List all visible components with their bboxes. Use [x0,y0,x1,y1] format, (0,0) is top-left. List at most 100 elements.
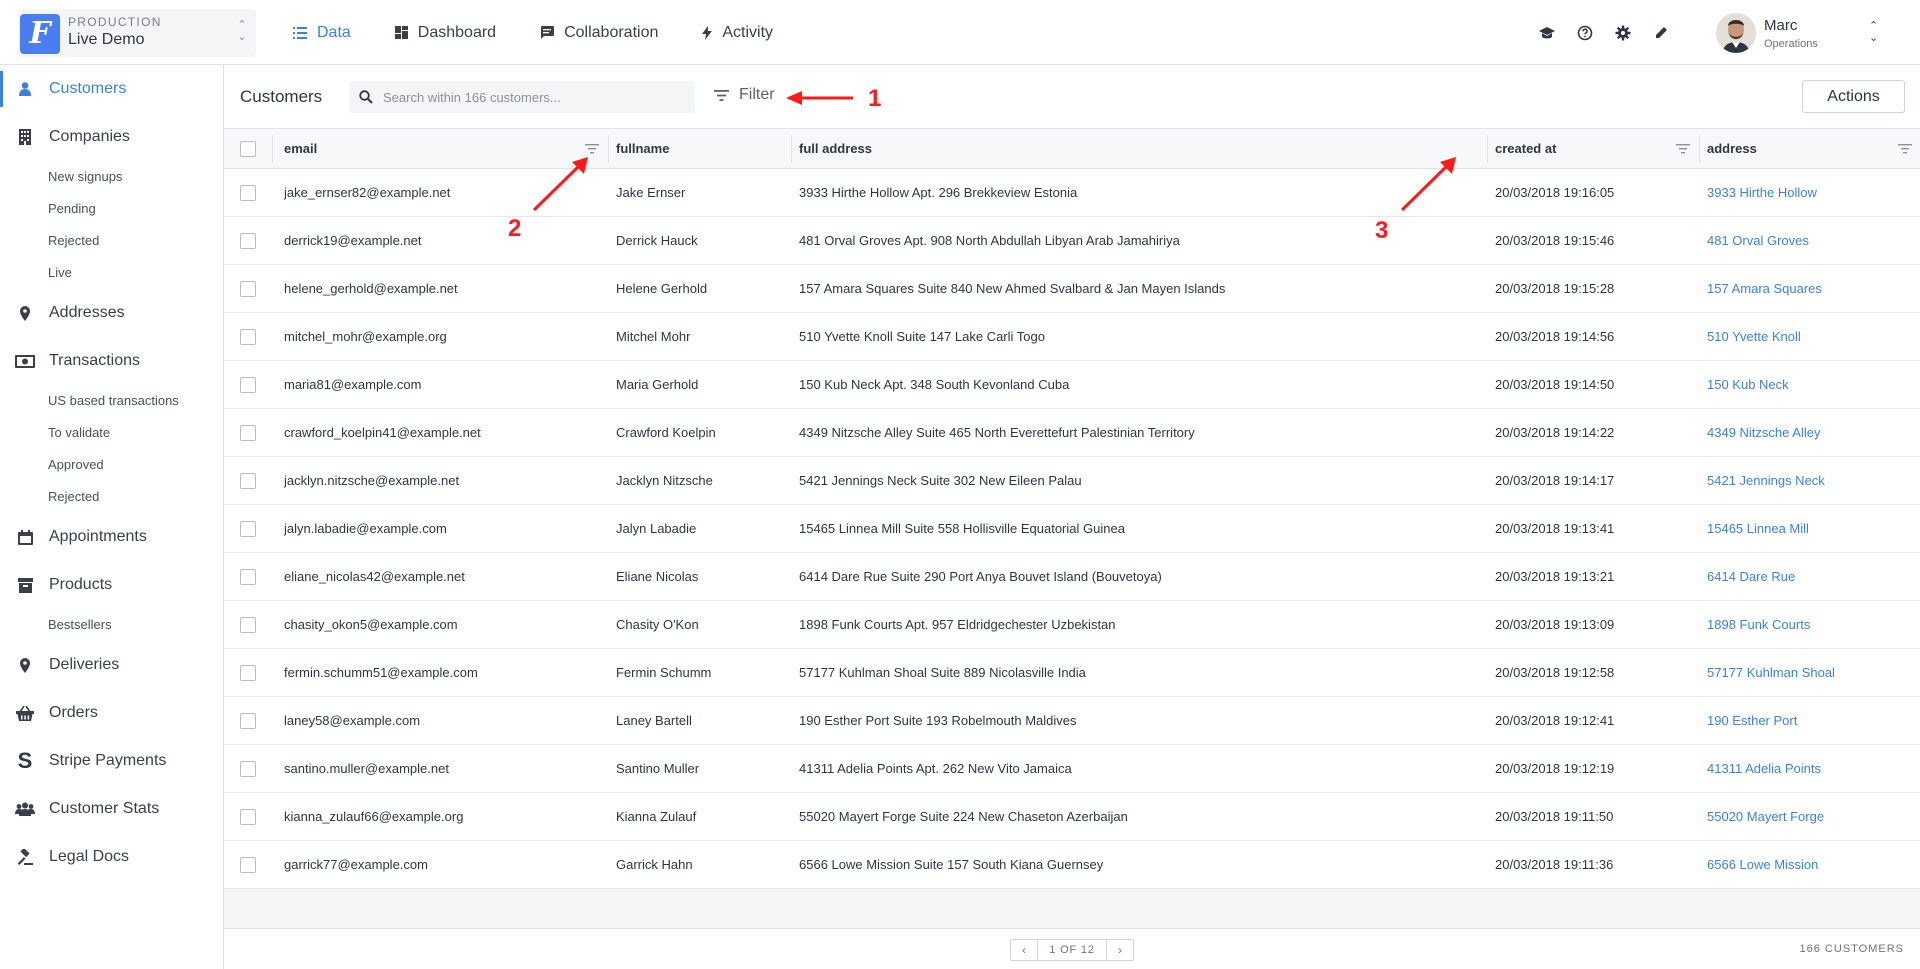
row-checkbox[interactable] [240,760,256,777]
row-checkbox[interactable] [240,232,256,249]
row-checkbox[interactable] [240,616,256,633]
sidebar-item-companies[interactable]: Companies [0,119,223,155]
table-row[interactable]: jalyn.labadie@example.com Jalyn Labadie 15… [224,505,1920,553]
column-filter-icon[interactable] [585,143,599,155]
sidebar-item-orders[interactable]: Orders [0,695,223,731]
row-checkbox[interactable] [240,856,256,873]
cell-address-link[interactable]: 6566 Lowe Mission [1707,841,1917,888]
table-row[interactable]: laney58@example.com Laney Bartell 190 Esth… [224,697,1920,745]
cell-address-link[interactable]: 157 Amara Squares [1707,265,1917,312]
cell-address-link[interactable]: 57177 Kuhlman Shoal [1707,649,1917,696]
project-switcher[interactable]: F PRODUCTION Live Demo ⌃ ⌄ [18,9,256,57]
sidebar-item-label: Customers [49,80,127,97]
sidebar-item-products[interactable]: Products [0,567,223,603]
column-filter-icon[interactable] [1898,143,1912,155]
prev-page-button[interactable]: ‹ [1011,940,1037,960]
column-header-address[interactable]: address [1707,129,1917,168]
row-checkbox[interactable] [240,424,256,441]
column-header-email[interactable]: email [284,129,604,168]
table-row[interactable]: derrick19@example.net Derrick Hauck 481 Or… [224,217,1920,265]
cell-address-link[interactable]: 3933 Hirthe Hollow [1707,169,1917,216]
sidebar-item-stripe-payments[interactable]: S Stripe Payments [0,743,223,779]
row-select-cell [240,361,264,408]
table-row[interactable]: crawford_koelpin41@example.net Crawford K… [224,409,1920,457]
table-row[interactable]: chasity_okon5@example.com Chasity O'Kon 18… [224,601,1920,649]
row-checkbox[interactable] [240,568,256,585]
actions-button[interactable]: Actions [1802,80,1905,113]
cell-address-link[interactable]: 510 Yvette Knoll [1707,313,1917,360]
sidebar-item-customers[interactable]: Customers [0,71,223,107]
row-checkbox[interactable] [240,184,256,201]
sidebar-subitem-rejected[interactable]: Rejected [48,233,99,248]
row-checkbox[interactable] [240,712,256,729]
table-row[interactable]: maria81@example.com Maria Gerhold 150 Kub … [224,361,1920,409]
row-checkbox[interactable] [240,280,256,297]
table-row[interactable]: jacklyn.nitzsche@example.net Jacklyn Nitz… [224,457,1920,505]
nav-collaboration[interactable]: Collaboration [540,0,658,65]
pagination: ‹ 1 OF 12 › [1010,939,1134,961]
sidebar-subitem-live[interactable]: Live [48,265,72,280]
sidebar: Customers Companies New signups Pending … [0,65,224,969]
cell-address-link[interactable]: 481 Orval Groves [1707,217,1917,264]
column-header-fullname[interactable]: fullname [616,129,786,168]
cell-address-link[interactable]: 4349 Nitzsche Alley [1707,409,1917,456]
table-row[interactable]: garrick77@example.com Garrick Hahn 6566 Lo… [224,841,1920,889]
row-checkbox[interactable] [240,664,256,681]
column-header-full-address[interactable]: full address [799,129,1489,168]
gear-icon[interactable] [1611,22,1635,44]
column-divider [608,135,609,163]
archive-icon [14,574,36,596]
graduation-cap-icon[interactable] [1535,22,1559,44]
next-page-button[interactable]: › [1107,940,1133,960]
select-all-checkbox[interactable] [240,140,256,157]
sidebar-subitem-rejected[interactable]: Rejected [48,489,99,504]
filter-button[interactable]: Filter [714,86,775,104]
sidebar-item-transactions[interactable]: Transactions [0,343,223,379]
cell-address-link[interactable]: 5421 Jennings Neck [1707,457,1917,504]
cell-address-link[interactable]: 6414 Dare Rue [1707,553,1917,600]
nav-dashboard[interactable]: Dashboard [394,0,496,65]
sidebar-item-addresses[interactable]: Addresses [0,295,223,331]
cell-address-link[interactable]: 190 Esther Port [1707,697,1917,744]
table-row[interactable]: santino.muller@example.net Santino Muller… [224,745,1920,793]
sidebar-subitem-approved[interactable]: Approved [48,457,104,472]
sidebar-item-customer-stats[interactable]: Customer Stats [0,791,223,827]
sidebar-item-appointments[interactable]: Appointments [0,519,223,555]
row-checkbox[interactable] [240,328,256,345]
table-row[interactable]: kianna_zulauf66@example.org Kianna Zulauf… [224,793,1920,841]
help-icon[interactable] [1573,22,1597,44]
sidebar-item-deliveries[interactable]: Deliveries [0,647,223,683]
nav-data[interactable]: Data [293,0,351,65]
cell-email: eliane_nicolas42@example.net [284,569,465,584]
column-header-created-at[interactable]: created at [1495,129,1695,168]
sidebar-item-legal-docs[interactable]: Legal Docs [0,839,223,875]
pencil-icon[interactable] [1649,22,1673,44]
row-checkbox[interactable] [240,472,256,489]
sidebar-subitem-bestsellers[interactable]: Bestsellers [48,617,112,632]
cell-address-link[interactable]: 41311 Adelia Points [1707,745,1917,792]
table-row[interactable]: helene_gerhold@example.net Helene Gerhold… [224,265,1920,313]
cell-address-link[interactable]: 150 Kub Neck [1707,361,1917,408]
cell-email: fermin.schumm51@example.com [284,665,478,680]
table-row[interactable]: fermin.schumm51@example.com Fermin Schumm… [224,649,1920,697]
cell-address-link[interactable]: 15465 Linnea Mill [1707,505,1917,552]
row-checkbox[interactable] [240,376,256,393]
column-filter-icon[interactable] [1676,143,1690,155]
sidebar-subitem-pending[interactable]: Pending [48,201,96,216]
cell-address-link[interactable]: 1898 Funk Courts [1707,601,1917,648]
table-row[interactable]: mitchel_mohr@example.org Mitchel Mohr 510 … [224,313,1920,361]
search-input[interactable] [383,81,683,113]
table-row[interactable]: jake_ernser82@example.net Jake Ernser 3933… [224,169,1920,217]
row-checkbox[interactable] [240,808,256,825]
sidebar-item-label: Customer Stats [49,800,160,817]
sidebar-item-label: Transactions [49,352,140,369]
sidebar-subitem-new-signups[interactable]: New signups [48,169,122,184]
user-menu[interactable]: Marc Operations ⌃ ⌄ [1712,12,1887,54]
table-row[interactable]: eliane_nicolas42@example.net Eliane Nicol… [224,553,1920,601]
nav-activity[interactable]: Activity [702,0,773,65]
sidebar-item-label: Orders [49,704,98,721]
row-checkbox[interactable] [240,520,256,537]
cell-address-link[interactable]: 55020 Mayert Forge [1707,793,1917,840]
sidebar-subitem-us-transactions[interactable]: US based transactions [48,393,179,408]
sidebar-subitem-to-validate[interactable]: To validate [48,425,110,440]
